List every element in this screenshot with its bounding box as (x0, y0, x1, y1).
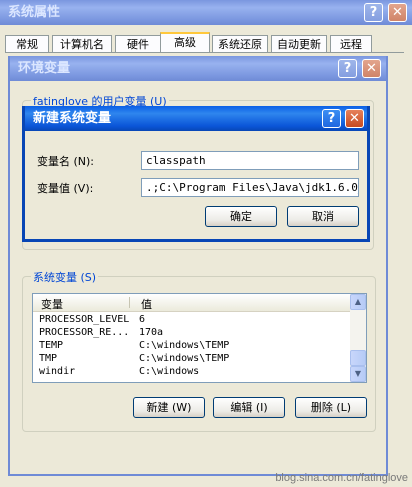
help-icon[interactable]: ? (364, 3, 383, 22)
table-row[interactable]: windir C:\windows (33, 366, 350, 378)
close-icon[interactable]: ✕ (362, 59, 381, 78)
variable-value-label: 变量值 (V): (37, 182, 94, 195)
variable-name-label: 变量名 (N): (37, 155, 95, 168)
variable-name-field[interactable]: classpath (141, 151, 359, 170)
close-icon[interactable]: ✕ (345, 109, 364, 128)
tab-system-restore[interactable]: 系统还原 (212, 35, 268, 53)
scroll-down-icon[interactable]: ▼ (350, 366, 366, 382)
watermark: blog.sina.com.cn/fatinglove (275, 472, 408, 484)
new-var-cancel-button[interactable]: 取消 (287, 206, 359, 227)
row-variable: TMP (39, 353, 58, 364)
row-variable: PROCESSOR_RE... (39, 327, 130, 338)
system-vars-group: 系统变量 (S) 变量 值 PROCESSOR_LEVEL 6 PROCESSO… (22, 269, 376, 432)
tab-remote[interactable]: 远程 (330, 35, 372, 53)
row-value: C:\windows\TEMP (139, 353, 230, 364)
scroll-thumb[interactable] (350, 350, 366, 366)
row-variable: PROCESSOR_LEVEL (39, 314, 130, 325)
row-value: C:\windows (139, 366, 200, 377)
table-row[interactable]: TMP C:\windows\TEMP (33, 353, 350, 365)
tab-advanced[interactable]: 高级 (160, 32, 210, 53)
table-row[interactable]: PROCESSOR_LEVEL 6 (33, 314, 350, 326)
tab-automatic-updates[interactable]: 自动更新 (271, 35, 327, 53)
new-system-variable-titlebar: 新建系统变量 ? ✕ (25, 106, 367, 131)
new-var-ok-button[interactable]: 确定 (205, 206, 277, 227)
tab-panel-border (5, 52, 404, 53)
scroll-up-icon[interactable]: ▲ (350, 294, 366, 310)
system-delete-button[interactable]: 删除 (L) (295, 397, 367, 418)
system-new-button[interactable]: 新建 (W) (133, 397, 205, 418)
row-value: C:\windows\TEMP (139, 340, 230, 351)
system-vars-group-title: 系统变量 (S) (31, 269, 99, 285)
system-edit-button[interactable]: 编辑 (I) (213, 397, 285, 418)
row-variable: TEMP (39, 340, 64, 351)
system-properties-titlebar: 系统属性 ? ✕ (0, 0, 412, 25)
table-row[interactable]: TEMP C:\windows\TEMP (33, 340, 350, 352)
system-vars-list[interactable]: 变量 值 PROCESSOR_LEVEL 6 PROCESSOR_RE... 1… (32, 293, 367, 383)
help-icon[interactable]: ? (338, 59, 357, 78)
system-vars-scrollbar[interactable]: ▲ ▼ (350, 294, 366, 382)
row-value: 6 (139, 314, 146, 325)
tab-hardware[interactable]: 硬件 (115, 35, 161, 53)
tab-computer-name[interactable]: 计算机名 (52, 35, 112, 53)
system-properties-title: 系统属性 (8, 5, 61, 20)
new-system-variable-title: 新建系统变量 (33, 111, 112, 126)
system-vars-list-header: 变量 值 (33, 294, 350, 312)
tab-general[interactable]: 常规 (5, 35, 49, 53)
help-icon[interactable]: ? (322, 109, 341, 128)
table-row[interactable]: PROCESSOR_RE... 170a (33, 327, 350, 339)
column-header-value[interactable]: 值 (141, 296, 152, 312)
variable-value-field[interactable]: .;C:\Program Files\Java\jdk1.6.0_25\ (141, 178, 359, 197)
env-vars-titlebar: 环境变量 ? ✕ (10, 56, 386, 81)
env-vars-title: 环境变量 (18, 61, 71, 76)
column-header-variable[interactable]: 变量 (41, 296, 63, 312)
new-system-variable-dialog: 新建系统变量 ? ✕ 变量名 (N): classpath 变量值 (V): .… (22, 106, 370, 242)
row-value: 170a (139, 327, 164, 338)
close-icon[interactable]: ✕ (388, 3, 407, 22)
column-divider[interactable] (129, 297, 130, 308)
row-variable: windir (39, 366, 76, 377)
